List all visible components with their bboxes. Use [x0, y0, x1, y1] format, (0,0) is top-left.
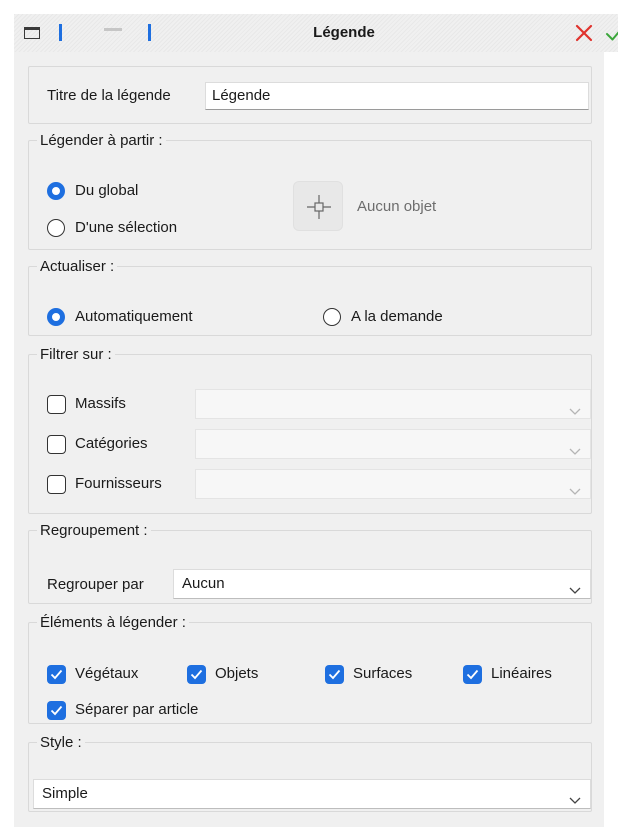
elements-group-title: Éléments à légender :: [40, 614, 186, 631]
element-lineaires-checkbox[interactable]: [463, 665, 482, 684]
window-title: Légende: [313, 24, 375, 41]
chevron-down-icon: [569, 403, 581, 415]
checkmark-icon[interactable]: [604, 22, 618, 44]
title-group: Titre de la légende Légende: [28, 66, 592, 124]
filter-suppliers-label[interactable]: Fournisseurs: [75, 474, 162, 494]
element-surfaces-label[interactable]: Surfaces: [353, 664, 412, 684]
radio-automatic[interactable]: [47, 308, 65, 326]
style-group-title: Style :: [40, 734, 82, 751]
separate-by-article-label[interactable]: Séparer par article: [75, 700, 198, 720]
legend-dialog: Légende Titre de la légende Légende Lége…: [0, 0, 618, 827]
element-vegetaux-label[interactable]: Végétaux: [75, 664, 138, 684]
source-group: Légender à partir : Du global D'une séle…: [28, 132, 592, 250]
separate-by-article-checkbox[interactable]: [47, 701, 66, 720]
elements-group: Éléments à légender : Végétaux Objets Su…: [28, 614, 592, 724]
dialog-body: Titre de la légende Légende Légender à p…: [14, 52, 604, 827]
radio-on-demand-label[interactable]: A la demande: [351, 307, 443, 327]
filter-massifs-label[interactable]: Massifs: [75, 394, 126, 414]
grouping-group-title: Regroupement :: [40, 522, 148, 539]
radio-selection-label[interactable]: D'une sélection: [75, 218, 177, 238]
element-objets-checkbox[interactable]: [187, 665, 206, 684]
filter-suppliers-select[interactable]: [195, 469, 591, 499]
element-vegetaux-checkbox[interactable]: [47, 665, 66, 684]
radio-global-label[interactable]: Du global: [75, 181, 138, 201]
close-icon[interactable]: [573, 22, 595, 44]
radio-selection[interactable]: [47, 219, 65, 237]
radio-automatic-label[interactable]: Automatiquement: [75, 307, 193, 327]
pick-object-button[interactable]: [293, 181, 343, 231]
radio-on-demand[interactable]: [323, 308, 341, 326]
crosshair-icon: [307, 195, 331, 219]
refresh-group: Actualiser : Automatiquement A la demand…: [28, 258, 592, 336]
grouping-group: Regroupement : Regrouper par Aucun: [28, 522, 592, 604]
filter-massifs-select[interactable]: [195, 389, 591, 419]
style-select[interactable]: Simple: [33, 779, 591, 809]
filter-suppliers-checkbox[interactable]: [47, 475, 66, 494]
filter-group-title: Filtrer sur :: [40, 346, 112, 363]
chevron-down-icon[interactable]: [569, 582, 581, 594]
element-objets-label[interactable]: Objets: [215, 664, 258, 684]
filter-group: Filtrer sur : Massifs Catégories Fournis…: [28, 346, 592, 514]
group-by-select[interactable]: Aucun: [173, 569, 591, 599]
filter-categories-label[interactable]: Catégories: [75, 434, 148, 454]
chevron-down-icon: [569, 443, 581, 455]
legend-title-input[interactable]: Légende: [205, 82, 589, 110]
element-lineaires-label[interactable]: Linéaires: [491, 664, 552, 684]
style-group: Style : Simple: [28, 734, 592, 812]
element-surfaces-checkbox[interactable]: [325, 665, 344, 684]
filter-categories-checkbox[interactable]: [47, 435, 66, 454]
legend-title-label: Titre de la légende: [47, 87, 171, 104]
filter-massifs-checkbox[interactable]: [47, 395, 66, 414]
filter-categories-select[interactable]: [195, 429, 591, 459]
refresh-group-title: Actualiser :: [40, 258, 115, 275]
pick-status-text: Aucun objet: [357, 198, 437, 215]
chevron-down-icon[interactable]: [569, 792, 581, 804]
group-by-label: Regrouper par: [47, 576, 144, 593]
radio-global[interactable]: [47, 182, 65, 200]
title-bar[interactable]: Légende: [14, 14, 618, 52]
chevron-down-icon: [569, 483, 581, 495]
source-group-title: Légender à partir :: [40, 132, 163, 149]
